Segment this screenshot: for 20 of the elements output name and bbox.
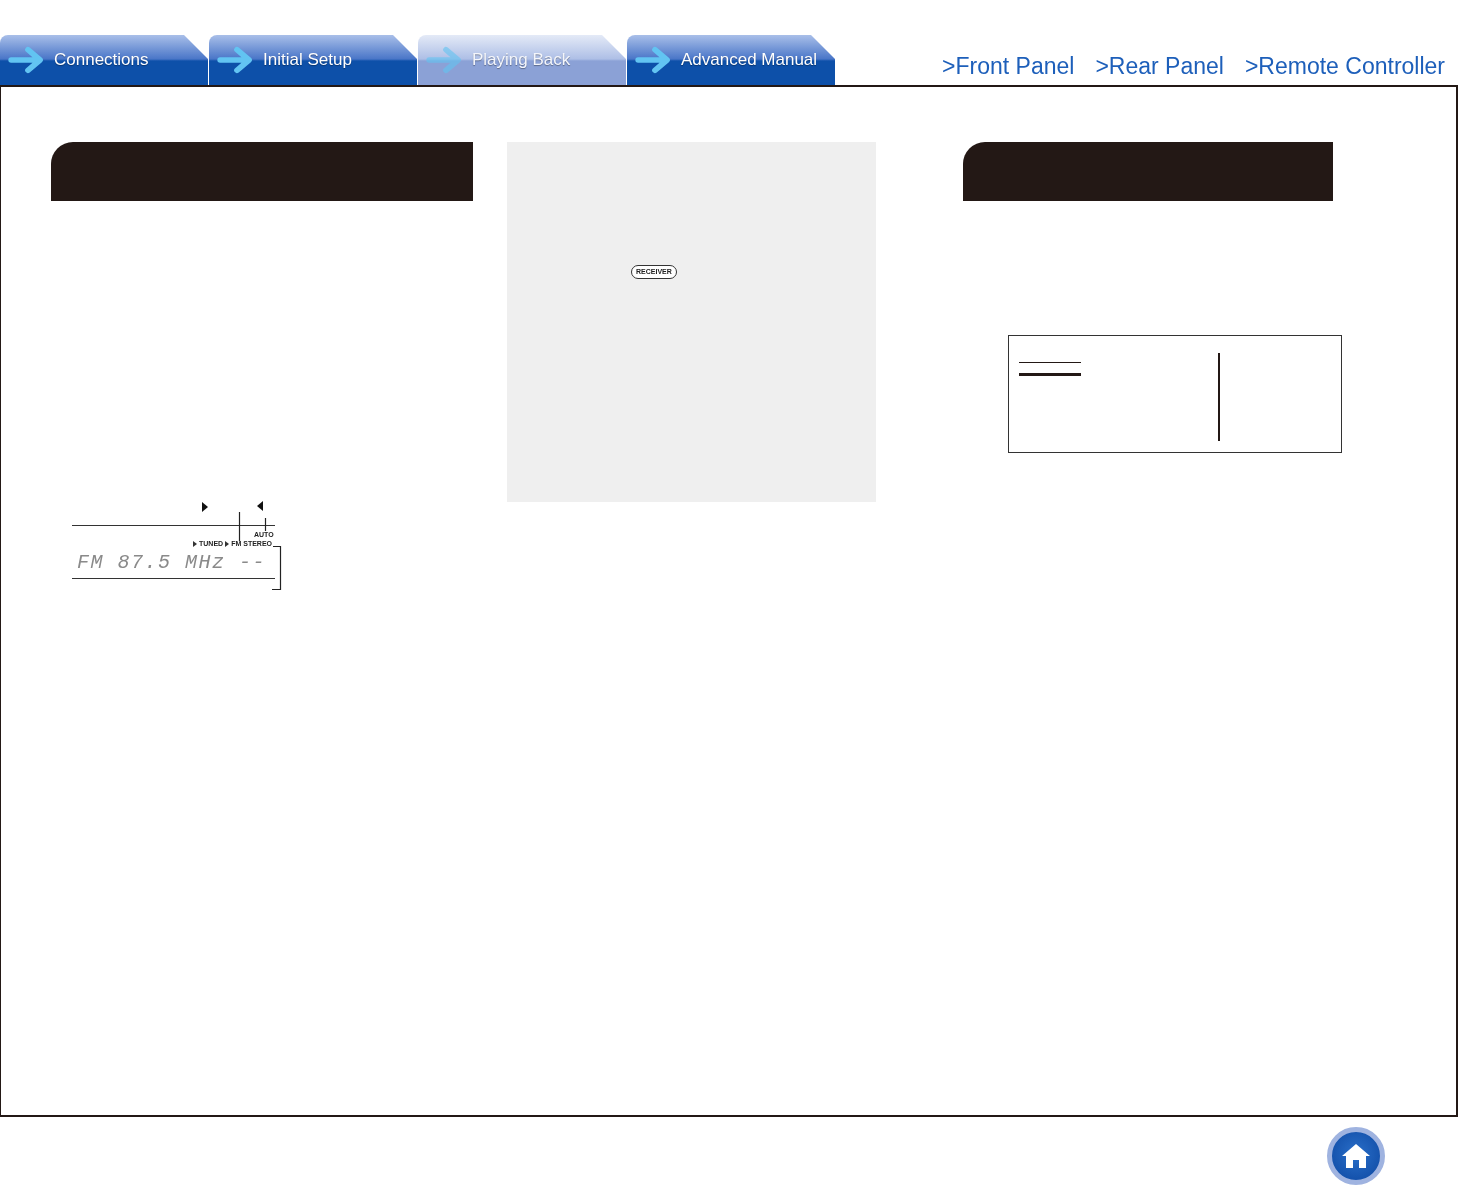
nav-link[interactable]: >Rear Panel bbox=[1095, 53, 1224, 80]
arrow-icon bbox=[8, 46, 46, 74]
home-button[interactable] bbox=[1327, 1127, 1385, 1185]
indicator-triangle-icon bbox=[225, 541, 230, 547]
leader-line bbox=[238, 511, 241, 542]
tab[interactable]: Initial Setup bbox=[209, 35, 417, 85]
nav-link[interactable]: >Front Panel bbox=[942, 53, 1075, 80]
nav-link[interactable]: >Remote Controller bbox=[1244, 53, 1445, 80]
leader-line bbox=[264, 517, 267, 532]
display-readout: FM 87.5 MHz -- bbox=[77, 552, 267, 574]
arrow-icon bbox=[426, 46, 464, 74]
house-icon bbox=[1341, 1143, 1371, 1169]
arrow-icon bbox=[217, 46, 255, 74]
triangle-marker-icon bbox=[257, 501, 263, 511]
tab[interactable]: Advanced Manual bbox=[627, 35, 835, 85]
triangle-marker-icon bbox=[202, 502, 208, 512]
arrow-icon bbox=[635, 46, 673, 74]
indicator-triangle-icon bbox=[193, 541, 198, 547]
tab[interactable]: Connections bbox=[0, 35, 208, 85]
bracket-line bbox=[271, 545, 282, 591]
